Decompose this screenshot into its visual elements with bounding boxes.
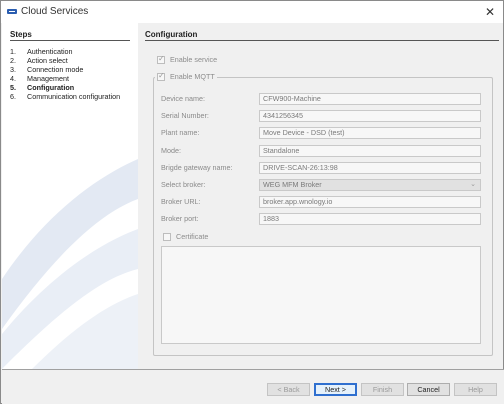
mode-label: Mode: — [161, 146, 181, 155]
select-broker-dropdown[interactable]: WEG MFM Broker ⌄ — [259, 179, 481, 191]
step-item: 3. Connection mode — [10, 65, 84, 74]
certificate-text-area[interactable] — [161, 246, 481, 344]
finish-button[interactable]: Finish — [361, 383, 404, 396]
step-label: Configuration — [27, 83, 75, 92]
plant-name-field[interactable]: Move Device - DSD (test) — [259, 127, 481, 139]
steps-panel: Steps 1. Authentication 2. Action select 3… — [2, 23, 138, 369]
step-item: 2. Action select — [10, 56, 68, 65]
plant-name-label: Plant name: — [161, 128, 200, 137]
step-label: Action select — [27, 56, 68, 65]
enable-service-label: Enable service — [170, 55, 218, 64]
certificate-label: Certificate — [176, 232, 209, 241]
config-title: Configuration — [145, 30, 198, 39]
next-button[interactable]: Next > — [314, 383, 357, 396]
checkbox-box[interactable] — [157, 54, 165, 64]
config-divider — [145, 40, 499, 41]
enable-mqtt-label: Enable MQTT — [170, 72, 215, 81]
serial-number-label: Serial Number: — [161, 111, 209, 120]
step-label: Authentication — [27, 47, 73, 56]
broker-port-label: Broker port: — [161, 214, 199, 223]
checkbox-box[interactable] — [157, 71, 165, 81]
selected-broker-value: WEG MFM Broker — [263, 180, 322, 189]
wizard-window: Cloud Services ✕ Steps 1. Authentication … — [0, 0, 504, 404]
step-item-active: 5. Configuration — [10, 83, 75, 92]
broker-url-field[interactable]: broker.app.wnology.io — [259, 196, 481, 208]
step-label: Management — [27, 74, 69, 83]
device-name-field[interactable]: CFW900-Machine — [259, 93, 481, 105]
bridge-gateway-name-field[interactable]: DRIVE-SCAN-26:13:98 — [259, 162, 481, 174]
mode-field[interactable]: Standalone — [259, 145, 481, 157]
configuration-panel: Configuration Enable service Enable MQTT… — [139, 23, 503, 369]
serial-number-field[interactable]: 4341256345 — [259, 110, 481, 122]
certificate-checkbox[interactable]: Certificate — [163, 232, 208, 241]
enable-mqtt-checkbox[interactable]: Enable MQTT — [155, 71, 217, 81]
select-broker-label: Select broker: — [161, 180, 206, 189]
steps-list: 1. Authentication 2. Action select 3. Conne… — [10, 47, 120, 101]
button-bar: < Back Next > Finish Cancel Help — [2, 369, 504, 404]
cancel-button[interactable]: Cancel — [407, 383, 450, 396]
chevron-down-icon: ⌄ — [470, 181, 476, 188]
step-item: 6. Communication configuration — [10, 92, 121, 101]
broker-port-field[interactable]: 1883 — [259, 213, 481, 225]
title-bar: Cloud Services ✕ — [1, 1, 503, 23]
decorative-swoosh — [2, 159, 138, 369]
back-button[interactable]: < Back — [267, 383, 310, 396]
footer-divider — [2, 369, 504, 370]
steps-title: Steps — [10, 30, 32, 39]
broker-url-label: Broker URL: — [161, 197, 201, 206]
help-button[interactable]: Help — [454, 383, 497, 396]
step-label: Connection mode — [27, 65, 84, 74]
close-icon[interactable]: ✕ — [481, 3, 499, 21]
steps-divider — [10, 40, 130, 41]
enable-service-checkbox[interactable]: Enable service — [157, 54, 218, 64]
device-name-label: Device name: — [161, 94, 205, 103]
step-item: 1. Authentication — [10, 47, 73, 56]
step-label: Communication configuration — [27, 92, 121, 101]
cloud-app-icon — [7, 9, 17, 14]
bridge-gateway-name-label: Brigde gateway name: — [161, 163, 233, 172]
window-title: Cloud Services — [21, 6, 89, 17]
checkbox-box[interactable] — [163, 232, 171, 241]
step-item: 4. Management — [10, 74, 69, 83]
